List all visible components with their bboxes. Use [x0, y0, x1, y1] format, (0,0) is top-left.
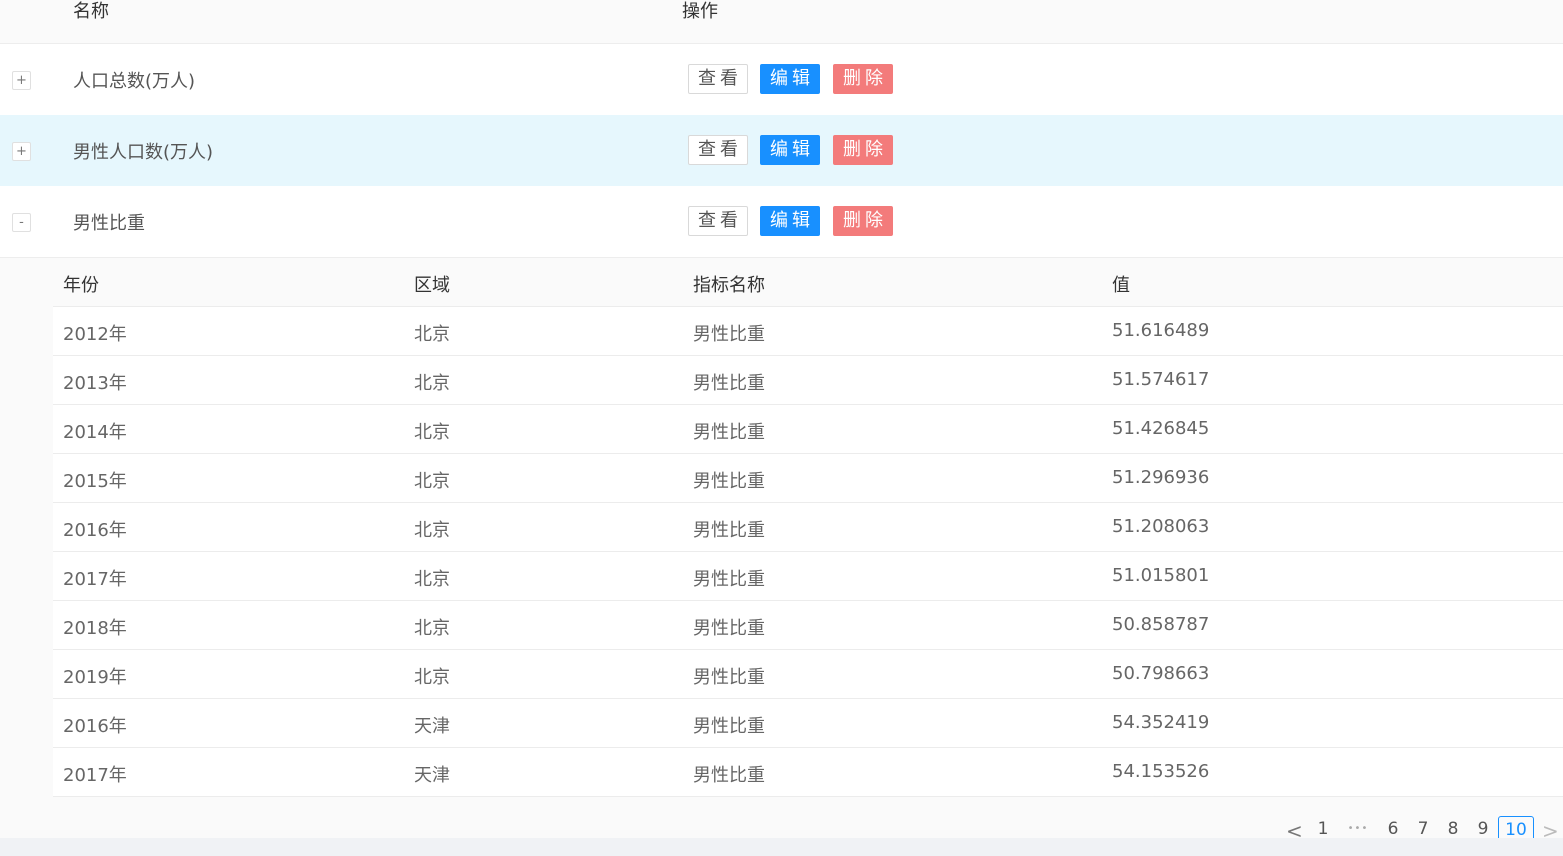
- indicator-cell: 男性比重: [693, 373, 765, 394]
- detail-row: 2016年 北京 男性比重 51.208063: [53, 503, 1563, 552]
- region-cell: 北京: [414, 569, 450, 590]
- detail-table: 年份 区域 指标名称 值 2012年 北京 男性比重 51.616489 201…: [53, 258, 1563, 797]
- value-cell: 54.153526: [1112, 761, 1210, 782]
- region-cell: 北京: [414, 520, 450, 541]
- action-column-header: 操作: [682, 1, 718, 22]
- value-cell: 50.858787: [1112, 614, 1210, 635]
- expand-toggle[interactable]: +: [12, 142, 31, 161]
- detail-row: 2013年 北京 男性比重 51.574617: [53, 356, 1563, 405]
- indicator-cell: 男性比重: [693, 765, 765, 786]
- year-cell: 2017年: [63, 765, 127, 786]
- detail-row: 2019年 北京 男性比重 50.798663: [53, 650, 1563, 699]
- region-cell: 北京: [414, 471, 450, 492]
- detail-table-header: 年份 区域 指标名称 值: [53, 258, 1563, 307]
- expanded-detail-panel: 年份 区域 指标名称 值 2012年 北京 男性比重 51.616489 201…: [0, 258, 1563, 856]
- row-name: 人口总数(万人): [73, 71, 196, 92]
- region-cell: 北京: [414, 422, 450, 443]
- year-cell: 2013年: [63, 373, 127, 394]
- value-cell: 51.015801: [1112, 565, 1210, 586]
- table-header: 名称 操作: [0, 0, 1563, 44]
- year-cell: 2016年: [63, 520, 127, 541]
- year-cell: 2018年: [63, 618, 127, 639]
- name-column-header: 名称: [73, 1, 109, 22]
- year-column-header: 年份: [63, 275, 99, 296]
- indicator-cell: 男性比重: [693, 422, 765, 443]
- year-cell: 2017年: [63, 569, 127, 590]
- value-cell: 50.798663: [1112, 663, 1210, 684]
- detail-row: 2016年 天津 男性比重 54.352419: [53, 699, 1563, 748]
- year-cell: 2016年: [63, 716, 127, 737]
- collapse-toggle[interactable]: -: [12, 213, 31, 232]
- region-cell: 北京: [414, 667, 450, 688]
- detail-row: 2018年 北京 男性比重 50.858787: [53, 601, 1563, 650]
- delete-button[interactable]: 删除: [833, 206, 893, 236]
- indicator-cell: 男性比重: [693, 618, 765, 639]
- row-name: 男性人口数(万人): [73, 142, 214, 163]
- view-button[interactable]: 查看: [688, 64, 748, 94]
- value-cell: 51.296936: [1112, 467, 1210, 488]
- delete-button[interactable]: 删除: [833, 135, 893, 165]
- region-cell: 北京: [414, 618, 450, 639]
- delete-button[interactable]: 删除: [833, 64, 893, 94]
- view-button[interactable]: 查看: [688, 206, 748, 236]
- value-cell: 51.208063: [1112, 516, 1210, 537]
- indicator-cell: 男性比重: [693, 716, 765, 737]
- indicator-cell: 男性比重: [693, 667, 765, 688]
- table-row: - 男性比重 查看 编辑 删除: [0, 186, 1563, 258]
- indicator-cell: 男性比重: [693, 569, 765, 590]
- view-button[interactable]: 查看: [688, 135, 748, 165]
- bottom-bar: [0, 838, 1563, 856]
- indicator-cell: 男性比重: [693, 471, 765, 492]
- detail-row: 2017年 北京 男性比重 51.015801: [53, 552, 1563, 601]
- value-cell: 54.352419: [1112, 712, 1210, 733]
- expand-toggle[interactable]: +: [12, 71, 31, 90]
- detail-row: 2012年 北京 男性比重 51.616489: [53, 307, 1563, 356]
- region-cell: 天津: [414, 765, 450, 786]
- detail-row: 2017年 天津 男性比重 54.153526: [53, 748, 1563, 797]
- value-column-header: 值: [1112, 275, 1130, 296]
- edit-button[interactable]: 编辑: [760, 135, 820, 165]
- value-cell: 51.574617: [1112, 369, 1210, 390]
- detail-row: 2015年 北京 男性比重 51.296936: [53, 454, 1563, 503]
- indicator-cell: 男性比重: [693, 324, 765, 345]
- value-cell: 51.616489: [1112, 320, 1210, 341]
- year-cell: 2012年: [63, 324, 127, 345]
- year-cell: 2015年: [63, 471, 127, 492]
- region-cell: 北京: [414, 324, 450, 345]
- year-cell: 2019年: [63, 667, 127, 688]
- table-row: + 男性人口数(万人) 查看 编辑 删除: [0, 115, 1563, 187]
- edit-button[interactable]: 编辑: [760, 206, 820, 236]
- region-cell: 天津: [414, 716, 450, 737]
- indicator-cell: 男性比重: [693, 520, 765, 541]
- edit-button[interactable]: 编辑: [760, 64, 820, 94]
- table-row: + 人口总数(万人) 查看 编辑 删除: [0, 44, 1563, 116]
- region-column-header: 区域: [414, 275, 450, 296]
- region-cell: 北京: [414, 373, 450, 394]
- value-cell: 51.426845: [1112, 418, 1210, 439]
- detail-row: 2014年 北京 男性比重 51.426845: [53, 405, 1563, 454]
- year-cell: 2014年: [63, 422, 127, 443]
- indicator-column-header: 指标名称: [693, 275, 765, 296]
- row-name: 男性比重: [73, 213, 145, 234]
